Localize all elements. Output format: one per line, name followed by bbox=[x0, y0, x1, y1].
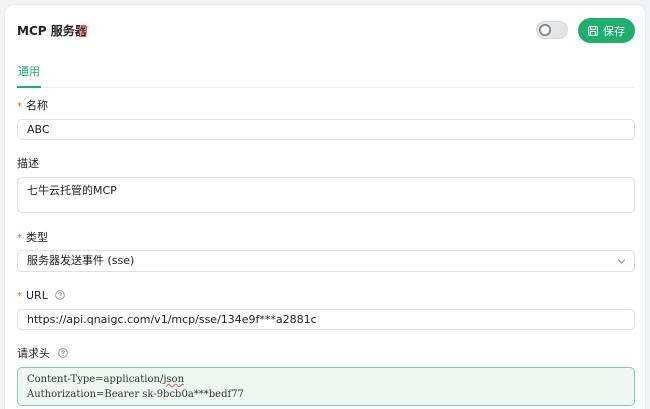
toggle-knob bbox=[539, 24, 551, 36]
headers-label-text: 请求头 bbox=[17, 347, 50, 360]
required-marker: * bbox=[17, 101, 22, 112]
type-select-value: 服务器发送事件 (sse) bbox=[27, 254, 135, 267]
required-marker: * bbox=[17, 233, 22, 244]
url-input[interactable] bbox=[17, 309, 635, 330]
type-select[interactable]: 服务器发送事件 (sse) bbox=[17, 250, 635, 272]
name-input[interactable] bbox=[17, 119, 635, 140]
name-label-text: 名称 bbox=[26, 99, 48, 112]
save-button-label: 保存 bbox=[603, 25, 625, 38]
trash-icon[interactable] bbox=[77, 24, 89, 38]
description-label: 描述 bbox=[17, 157, 39, 171]
url-label: * URL bbox=[17, 289, 66, 304]
type-label: * 类型 bbox=[17, 231, 48, 246]
save-button[interactable]: 保存 bbox=[578, 18, 635, 43]
mcp-server-panel: MCP 服务器 保存 通用 *名称 描述 七牛云托管的MCP *类型 服务器 bbox=[4, 4, 646, 409]
type-label-text: 类型 bbox=[26, 231, 48, 244]
spellcheck-word: json bbox=[163, 374, 185, 385]
enable-toggle[interactable] bbox=[536, 21, 568, 39]
headers-label: 请求头 bbox=[17, 347, 68, 361]
required-marker: * bbox=[17, 291, 22, 302]
header-line: Authorization=Bearer sk-9bcb0a***bedf77 bbox=[27, 389, 244, 400]
chevron-down-icon bbox=[618, 259, 625, 264]
description-label-text: 描述 bbox=[17, 157, 39, 170]
header-line-prefix: Content-Type=application/ bbox=[27, 374, 164, 385]
url-label-text: URL bbox=[26, 289, 48, 302]
tab-bar: 通用 bbox=[17, 65, 635, 88]
tab-general[interactable]: 通用 bbox=[17, 65, 41, 88]
name-label: * 名称 bbox=[17, 99, 48, 114]
panel-header: MCP 服务器 保存 bbox=[5, 5, 645, 57]
header-line: Content-Type=application/json bbox=[27, 372, 625, 387]
description-textarea[interactable]: 七牛云托管的MCP bbox=[17, 177, 635, 213]
help-circle-icon[interactable] bbox=[57, 348, 68, 358]
headers-textarea[interactable]: Content-Type=application/json Authorizat… bbox=[17, 367, 635, 406]
help-circle-icon[interactable] bbox=[55, 290, 66, 300]
save-icon bbox=[588, 25, 598, 36]
